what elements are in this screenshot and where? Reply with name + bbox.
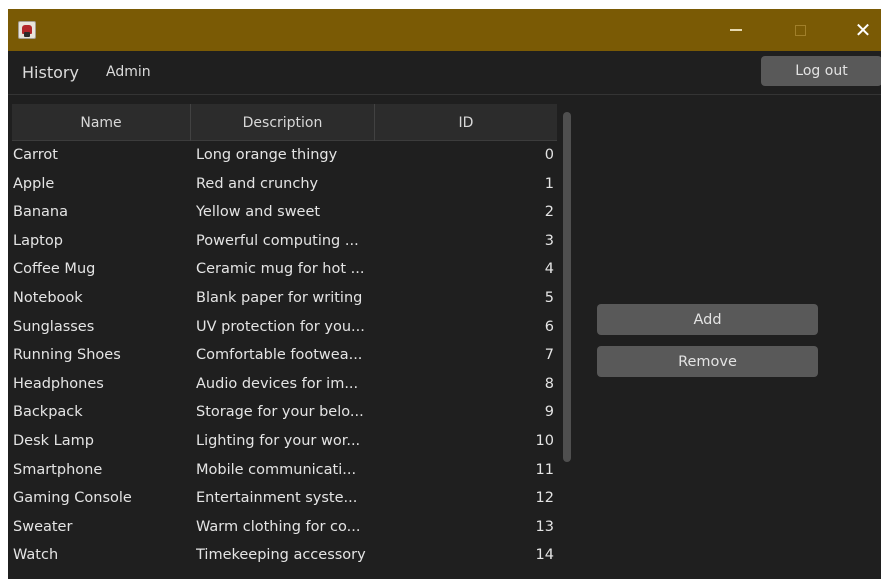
maximize-button[interactable] <box>777 9 823 51</box>
cell-id: 11 <box>535 461 554 478</box>
cell-name: Smartphone <box>13 461 103 478</box>
cell-id: 8 <box>544 375 554 392</box>
cell-description: Powerful computing ... <box>196 232 359 249</box>
cell-id: 14 <box>535 547 554 564</box>
cell-description: UV protection for you... <box>196 318 365 335</box>
add-button[interactable]: Add <box>597 304 818 335</box>
items-table[interactable]: Name Description ID Carrot Long orange th… <box>12 104 557 579</box>
cell-name: Sunglasses <box>13 318 95 335</box>
cell-id: 12 <box>535 490 554 507</box>
cell-description: Storage for your belo... <box>196 404 364 421</box>
table-row[interactable]: Apple Red and crunchy 1 <box>12 170 557 198</box>
menu-bar: History Admin Log out <box>8 51 881 95</box>
cell-name: Sweater <box>13 518 73 535</box>
cell-description: Timekeeping accessory <box>196 547 366 564</box>
table-row[interactable]: Backpack Storage for your belo... 9 <box>12 398 557 426</box>
table-row[interactable]: Gaming Console Entertainment syste... 12 <box>12 484 557 512</box>
table-row[interactable]: Sunglasses UV protection for you... 6 <box>12 313 557 341</box>
cell-description: Ceramic mug for hot ... <box>196 261 365 278</box>
cell-id: 13 <box>535 518 554 535</box>
cell-description: Warm clothing for co... <box>196 518 361 535</box>
menu-admin[interactable]: Admin <box>106 64 151 80</box>
app-logo-icon <box>18 21 36 39</box>
cell-name: Laptop <box>13 232 63 249</box>
cell-description: Lighting for your wor... <box>196 433 361 449</box>
cell-name: Apple <box>13 175 55 192</box>
cell-description: Red and crunchy <box>196 175 319 192</box>
cell-name: Desk Lamp <box>13 433 94 449</box>
cell-name: Watch <box>13 547 59 564</box>
cell-description: Comfortable footwea... <box>196 347 363 364</box>
cell-name: Notebook <box>13 290 83 306</box>
cell-name: Headphones <box>13 375 104 392</box>
column-header-id[interactable]: ID <box>375 104 557 141</box>
cell-description: Audio devices for im... <box>196 375 359 392</box>
table-row[interactable]: Sweater Warm clothing for co... 13 <box>12 513 557 541</box>
cell-name: Carrot <box>13 147 58 163</box>
table-row[interactable]: Coffee Mug Ceramic mug for hot ... 4 <box>12 255 557 283</box>
cell-description: Blank paper for writing <box>196 290 363 306</box>
table-row[interactable]: Watch Timekeeping accessory 14 <box>12 541 557 569</box>
cell-id: 3 <box>544 232 554 249</box>
cell-name: Banana <box>13 204 68 221</box>
table-row[interactable]: Headphones Audio devices for im... 8 <box>12 370 557 398</box>
minimize-button[interactable] <box>713 9 759 51</box>
menu-history[interactable]: History <box>22 63 79 82</box>
table-header: Name Description ID <box>12 104 557 141</box>
column-header-description[interactable]: Description <box>191 104 375 141</box>
logout-button[interactable]: Log out <box>761 56 881 86</box>
table-row[interactable]: Notebook Blank paper for writing 5 <box>12 284 557 312</box>
close-icon: ✕ <box>854 18 872 42</box>
cell-name: Gaming Console <box>13 490 132 507</box>
table-row[interactable]: Laptop Powerful computing ... 3 <box>12 227 557 255</box>
cell-name: Backpack <box>13 404 83 421</box>
cell-id: 7 <box>544 347 554 364</box>
cell-name: Coffee Mug <box>13 261 96 278</box>
cell-description: Mobile communicati... <box>196 461 357 478</box>
table-row[interactable]: Desk Lamp Lighting for your wor... 10 <box>12 427 557 455</box>
cell-name: Running Shoes <box>13 347 121 364</box>
cell-id: 5 <box>544 290 554 306</box>
cell-description: Yellow and sweet <box>196 204 321 221</box>
cell-id: 0 <box>544 147 554 163</box>
cell-id: 6 <box>544 318 554 335</box>
table-row[interactable]: Banana Yellow and sweet 2 <box>12 198 557 226</box>
table-row[interactable]: Running Shoes Comfortable footwea... 7 <box>12 341 557 369</box>
app-window: ✕ History Admin Log out Name Description… <box>8 9 881 579</box>
title-bar: ✕ <box>8 9 881 51</box>
close-button[interactable]: ✕ <box>840 9 881 51</box>
table-row[interactable]: Smartphone Mobile communicati... 11 <box>12 456 557 484</box>
maximize-icon <box>794 24 806 36</box>
cell-id: 1 <box>544 175 554 192</box>
table-scrollbar[interactable] <box>563 112 571 462</box>
cell-id: 10 <box>535 433 554 449</box>
cell-description: Entertainment syste... <box>196 490 358 507</box>
minimize-icon <box>730 29 742 31</box>
column-header-name[interactable]: Name <box>12 104 191 141</box>
cell-id: 4 <box>544 261 554 278</box>
table-row[interactable]: Carrot Long orange thingy 0 <box>12 141 557 169</box>
cell-id: 9 <box>544 404 554 421</box>
remove-button[interactable]: Remove <box>597 346 818 377</box>
cell-description: Long orange thingy <box>196 147 338 163</box>
cell-id: 2 <box>544 204 554 221</box>
